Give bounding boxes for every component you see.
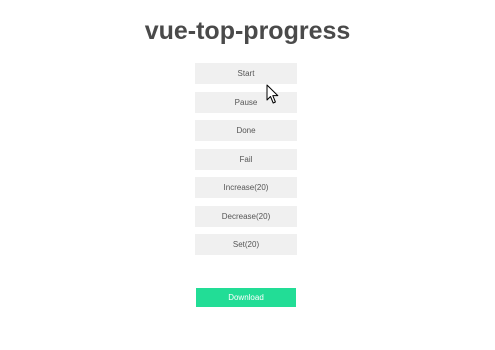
decrease-button[interactable]: Decrease(20) bbox=[195, 205, 297, 227]
set-button[interactable]: Set(20) bbox=[195, 234, 297, 255]
start-button[interactable]: Start bbox=[195, 63, 297, 84]
download-button[interactable]: Download bbox=[196, 288, 296, 307]
increase-button[interactable]: Increase(20) bbox=[195, 177, 297, 198]
progress-controls: Start Pause Done Fail Increase(20) Decre… bbox=[195, 63, 297, 263]
pause-button[interactable]: Pause bbox=[195, 91, 297, 113]
fail-button[interactable]: Fail bbox=[195, 148, 297, 170]
done-button[interactable]: Done bbox=[195, 120, 297, 141]
page-title: vue-top-progress bbox=[144, 17, 351, 45]
